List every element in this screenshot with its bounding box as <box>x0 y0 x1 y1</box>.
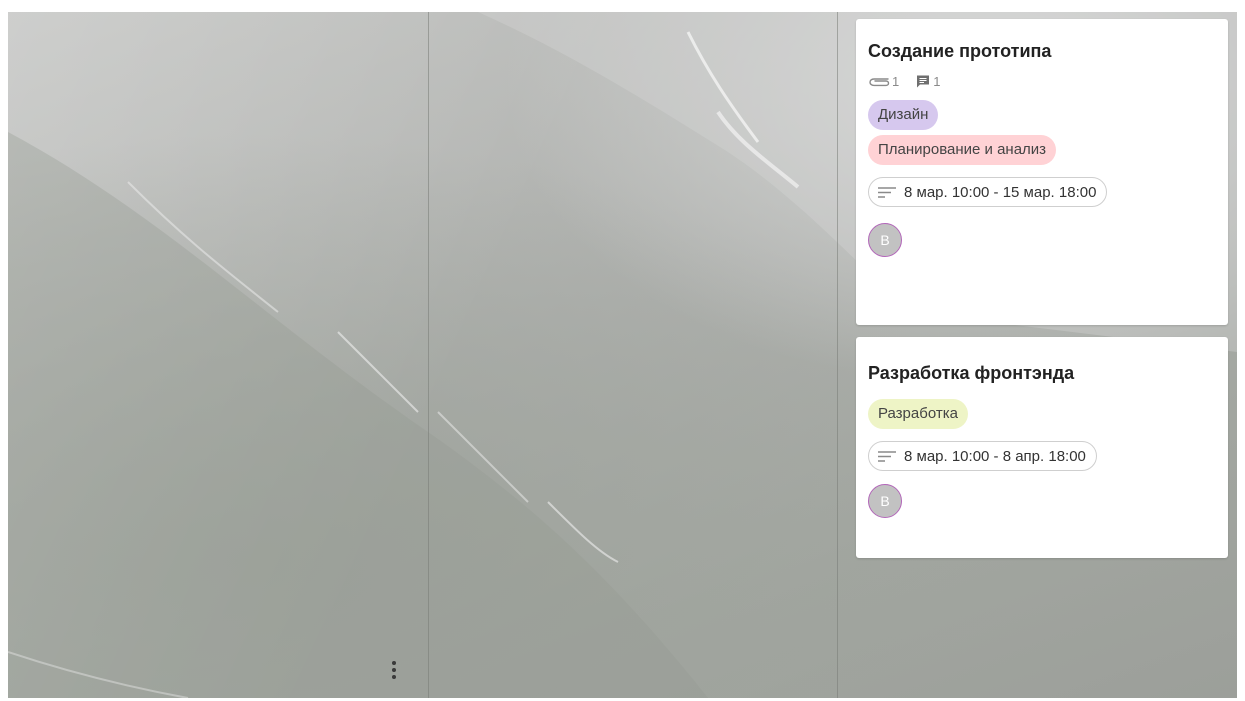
column-menu-button[interactable] <box>384 657 404 683</box>
task-card[interactable]: Разработка фронтэнда Разработка 8 мар. 1… <box>856 337 1228 558</box>
assignees-row: В <box>868 484 1216 518</box>
column-divider <box>428 12 429 698</box>
paperclip-icon <box>869 77 890 86</box>
comments-count: 1 <box>915 74 940 89</box>
card-title: Создание прототипа <box>868 41 1052 61</box>
due-dates-text: 8 мар. 10:00 - 8 апр. 18:00 <box>904 447 1086 465</box>
dates-row: 8 мар. 10:00 - 8 апр. 18:00 <box>868 441 1216 471</box>
due-dates-chip[interactable]: 8 мар. 10:00 - 8 апр. 18:00 <box>868 441 1097 471</box>
attachments-count: 1 <box>868 74 899 89</box>
lines-icon <box>878 186 896 198</box>
assignees-row: В <box>868 223 1216 257</box>
avatar[interactable]: В <box>868 223 902 257</box>
board-background: Создание прототипа 1 1 Дизайн Планирован… <box>8 12 1237 698</box>
due-dates-text: 8 мар. 10:00 - 15 мар. 18:00 <box>904 183 1097 201</box>
lines-icon <box>878 450 896 462</box>
card-meta: 1 1 <box>868 74 1216 89</box>
more-vertical-icon-dot <box>392 675 396 679</box>
tag-row: Планирование и анализ <box>868 135 1216 165</box>
tag-row: Дизайн <box>868 100 1216 130</box>
more-vertical-icon <box>392 661 396 665</box>
comment-icon <box>917 75 930 88</box>
dates-row: 8 мар. 10:00 - 15 мар. 18:00 <box>868 177 1216 207</box>
tag-row: Разработка <box>868 399 1216 429</box>
due-dates-chip[interactable]: 8 мар. 10:00 - 15 мар. 18:00 <box>868 177 1108 207</box>
card-title: Разработка фронтэнда <box>868 363 1075 383</box>
tag-label[interactable]: Разработка <box>868 399 968 429</box>
task-card[interactable]: Создание прототипа 1 1 Дизайн Планирован… <box>856 19 1228 325</box>
more-vertical-icon-dot <box>392 668 396 672</box>
tag-label[interactable]: Планирование и анализ <box>868 135 1057 165</box>
column-divider <box>837 12 838 698</box>
avatar[interactable]: В <box>868 484 902 518</box>
tag-label[interactable]: Дизайн <box>868 100 939 130</box>
